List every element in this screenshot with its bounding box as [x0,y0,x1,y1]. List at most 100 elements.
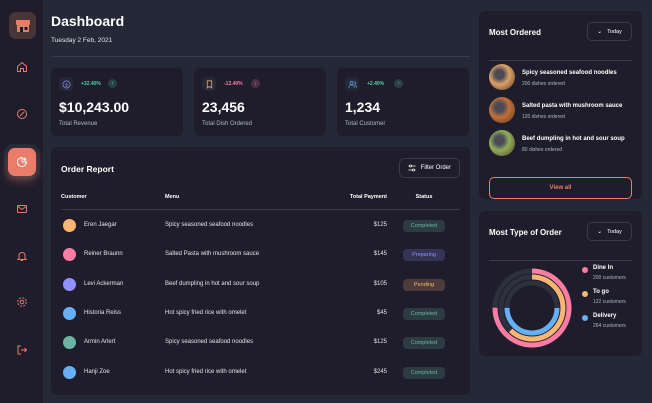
customer-name: Armin Arlert [84,339,116,346]
page-title: Dashboard [51,13,125,29]
legend-label: Dine In [593,265,614,271]
arrow-up-icon: ↑ [108,79,117,88]
nav-discount-icon[interactable] [8,100,36,128]
menu-item: Hot spicy fried rice with omelet [165,368,247,375]
dish-image [489,97,515,123]
table-row[interactable]: Hanji Zoe Hot spicy fried rice with omele… [51,358,470,387]
column-header-status: Status [415,194,433,200]
stat-change: -12.40% [224,81,243,87]
stat-label: Total Customer [345,121,386,127]
avatar [63,277,76,291]
nav-logout-icon[interactable] [8,336,36,364]
svg-text:$: $ [65,82,68,88]
stat-change: +32.40% [81,81,101,87]
status-badge: Completed [403,337,445,350]
stat-change: +2.40% [367,81,385,87]
view-all-button[interactable]: View all [489,177,632,199]
order-report-title: Order Report [61,164,114,174]
order-report-panel: Order Report Filter Order Customer Menu … [51,147,470,395]
order-type-period-dropdown[interactable]: ⌄ Today [587,222,632,241]
arrow-up-icon: ↑ [394,79,403,88]
bookmark-icon [202,77,216,91]
filter-order-label: Filter Order [420,165,451,171]
total-payment: $105 [373,280,387,287]
dish-name: Beef dumpling in hot and sour soup [522,136,625,142]
dish-name: Spicy seasoned seafood noodles [522,70,617,76]
menu-item: Beef dumpling in hot and sour soup [165,280,260,287]
stat-card-customers: +2.40% ↑ 1,234 Total Customer [337,68,469,136]
order-type-donut-chart [492,268,572,348]
chevron-down-icon: ⌄ [597,229,603,235]
total-payment: $145 [373,251,387,258]
order-type-panel: Most Type of Order ⌄ Today Dine In 200 cu… [479,211,642,356]
table-row[interactable]: Levi Ackerman Beef dumpling in hot and so… [51,270,470,299]
nav-message-icon[interactable] [8,195,36,223]
dollar-icon: $ [59,77,73,91]
store-logo-icon[interactable] [9,12,36,39]
nav-home-icon[interactable] [8,53,36,81]
most-ordered-item[interactable]: Beef dumpling in hot and sour soup 80 dis… [489,130,634,156]
dish-order-count: 80 dishes ordered [522,147,563,153]
most-ordered-item[interactable]: Spicy seasoned seafood noodles 200 dishes… [489,64,634,90]
status-badge: Completed [403,220,445,232]
sidebar [0,0,43,403]
dish-image [489,64,515,90]
dish-image [489,130,515,156]
dish-order-count: 120 dishes ordered [522,114,565,120]
period-label: Today [607,28,622,35]
table-header-divider [61,209,460,210]
dish-order-count: 200 dishes ordered [522,81,565,87]
avatar [63,219,76,232]
nav-notification-icon[interactable] [8,242,36,270]
customer-name: Hanji Zoe [84,368,110,375]
legend-label: To go [593,289,609,295]
column-header-customer: Customer [61,194,87,200]
table-row[interactable]: Armin Arlert Spicy seasoned seafood noodl… [51,328,470,357]
nav-dashboard-icon[interactable] [8,148,36,176]
menu-item: Spicy seasoned seafood noodles [165,222,254,228]
legend-count: 122 customers [593,299,626,305]
stat-label: Total Dish Ordered [202,121,253,127]
legend-count: 200 customers [593,275,626,281]
menu-item: Hot spicy fried rice with omelet [165,309,247,316]
right-column: Most Ordered ⌄ Today Spicy seasoned seaf… [476,0,652,403]
avatar [63,248,76,262]
avatar [63,336,76,350]
most-ordered-item[interactable]: Salted pasta with mushroom sauce 120 dish… [489,97,634,123]
filter-icon [408,164,416,172]
legend-dot [582,267,588,273]
menu-item: Spicy seasoned seafood noodles [165,339,254,346]
most-ordered-period-dropdown[interactable]: ⌄ Today [587,22,632,41]
stat-card-revenue: $ +32.40% ↑ $10,243.00 Total Revenue [51,68,183,136]
avatar [63,365,76,379]
panel-divider [489,260,632,261]
table-row[interactable]: Historia Reiss Hot spicy fried rice with … [51,299,470,328]
stat-label: Total Revenue [59,121,98,127]
nav-settings-icon[interactable] [8,288,36,316]
customer-name: Reiner Braunn [84,251,123,258]
total-payment: $45 [376,309,387,316]
avatar [63,306,76,320]
table-row[interactable]: Reiner Braunn Salted Pasta with mushroom … [51,240,470,269]
column-header-payment: Total Payment [349,194,387,200]
table-row[interactable]: Eren Jaegar Spicy seasoned seafood noodle… [51,211,470,240]
menu-item: Salted Pasta with mushroom sauce [165,251,260,258]
customer-name: Historia Reiss [84,309,122,316]
period-label: Today [607,228,622,235]
stat-value: 23,456 [202,99,245,115]
total-payment: $125 [373,222,387,228]
legend-dot [582,315,588,321]
legend-dot [582,291,588,297]
total-payment: $125 [373,339,387,346]
main-content: Dashboard Tuesday 2 Feb, 2021 $ +32.40% … [43,0,476,403]
status-badge: Completed [403,307,445,320]
dish-name: Salted pasta with mushroom sauce [522,103,623,109]
customer-name: Levi Ackerman [84,280,124,287]
current-date: Tuesday 2 Feb, 2021 [51,37,113,44]
status-badge: Completed [403,366,445,379]
filter-order-button[interactable]: Filter Order [398,158,460,178]
column-header-menu: Menu [165,194,180,200]
legend-count: 264 customers [593,323,626,329]
header-divider [51,56,470,57]
customer-name: Eren Jaegar [84,222,117,228]
